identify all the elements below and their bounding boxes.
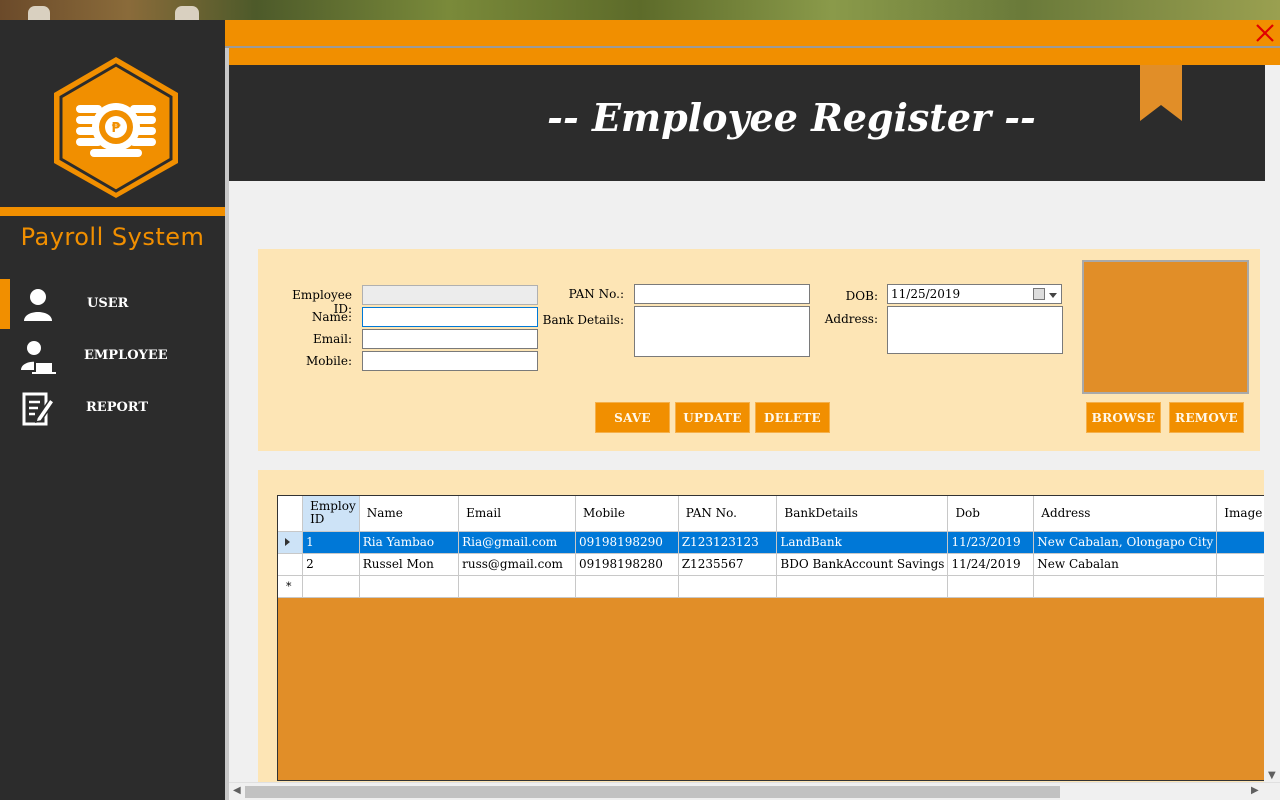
scroll-left-icon[interactable]: ◀ — [233, 785, 241, 796]
report-icon — [22, 392, 56, 426]
title-bar — [225, 20, 1280, 46]
vertical-scrollbar[interactable]: ▼ — [1264, 470, 1280, 782]
active-indicator — [0, 279, 10, 329]
save-button[interactable]: SAVE — [595, 402, 670, 433]
table-cell[interactable] — [359, 575, 460, 598]
pan-field[interactable] — [634, 284, 810, 304]
scroll-down-icon[interactable]: ▼ — [1268, 770, 1276, 781]
name-field[interactable] — [362, 307, 538, 327]
delete-button[interactable]: DELETE — [755, 402, 830, 433]
sidebar: ₱ Payroll System USER EMPLOYEE REPORT — [0, 20, 225, 800]
employee-grid-panel: Employ ID Name Email Mobile PAN No. Bank… — [258, 470, 1280, 800]
address-label: Address: — [824, 312, 878, 326]
new-row-marker: * — [286, 580, 292, 593]
column-header[interactable]: Dob — [947, 496, 1035, 532]
horizontal-scrollbar[interactable]: ◀ ▶ — [229, 782, 1280, 800]
table-header-row: Employ ID Name Email Mobile PAN No. Bank… — [278, 496, 1279, 532]
table-row[interactable]: 2 Russel Mon russ@gmail.com 09198198280 … — [278, 553, 1279, 576]
column-header[interactable]: BankDetails — [776, 496, 949, 532]
accent-strip — [229, 48, 1280, 65]
row-selector[interactable]: * — [278, 575, 304, 598]
column-header[interactable]: Address — [1033, 496, 1218, 532]
name-label: Name: — [311, 310, 352, 324]
employee-icon — [21, 341, 56, 374]
row-arrow-icon — [285, 538, 290, 546]
email-field[interactable] — [362, 329, 538, 349]
table-cell[interactable]: Z123123123 — [678, 531, 778, 554]
row-selector[interactable] — [278, 553, 304, 576]
sidebar-item-label: USER — [87, 296, 129, 311]
payroll-logo-icon: ₱ — [54, 57, 178, 198]
table-cell[interactable]: Russel Mon — [359, 553, 460, 576]
table-cell[interactable] — [458, 575, 576, 598]
table-cell[interactable]: 09198198290 — [575, 531, 679, 554]
table-cell[interactable]: russ@gmail.com — [458, 553, 576, 576]
table-cell[interactable]: New Cabalan, Olongapo City — [1033, 531, 1218, 554]
page-header: -- Employee Register -- — [229, 65, 1265, 181]
svg-text:₱: ₱ — [111, 121, 121, 136]
table-cell[interactable]: 1 — [302, 531, 360, 554]
dob-label: DOB: — [845, 289, 878, 303]
table-cell[interactable]: Ria@gmail.com — [458, 531, 576, 554]
desktop-background — [0, 0, 1280, 20]
sidebar-item-label: REPORT — [86, 400, 149, 415]
address-field[interactable] — [887, 306, 1063, 354]
table-cell[interactable] — [575, 575, 679, 598]
row-selector[interactable] — [278, 531, 304, 554]
table-cell[interactable] — [776, 575, 949, 598]
new-row[interactable]: * — [278, 575, 1279, 598]
app-title: Payroll System — [20, 223, 205, 251]
column-header[interactable]: Name — [359, 496, 460, 532]
scrollbar-thumb[interactable] — [245, 786, 1060, 798]
table-cell[interactable] — [678, 575, 778, 598]
table-cell[interactable] — [302, 575, 360, 598]
page-title: -- Employee Register -- — [547, 95, 1036, 140]
dob-picker[interactable]: 11/25/2019 — [887, 284, 1062, 304]
bank-details-field[interactable] — [634, 306, 810, 357]
table-cell[interactable]: 11/23/2019 — [947, 531, 1035, 554]
sidebar-item-employee[interactable]: EMPLOYEE — [0, 331, 225, 381]
browse-button[interactable]: BROWSE — [1086, 402, 1161, 433]
update-button[interactable]: UPDATE — [675, 402, 750, 433]
employee-table: Employ ID Name Email Mobile PAN No. Bank… — [278, 496, 1279, 598]
dob-value: 11/25/2019 — [891, 287, 961, 301]
table-cell[interactable] — [947, 575, 1035, 598]
table-cell[interactable]: Ria Yambao — [359, 531, 460, 554]
row-header-corner — [278, 496, 304, 532]
calendar-icon[interactable] — [1033, 288, 1045, 300]
scroll-right-icon[interactable]: ▶ — [1251, 785, 1259, 796]
table-row[interactable]: 1 Ria Yambao Ria@gmail.com 09198198290 Z… — [278, 531, 1279, 554]
mobile-field[interactable] — [362, 351, 538, 371]
sidebar-divider — [0, 207, 225, 216]
email-label: Email: — [312, 332, 352, 346]
column-header[interactable]: PAN No. — [678, 496, 778, 532]
employee-photo — [1082, 260, 1249, 394]
close-icon[interactable] — [1254, 22, 1276, 44]
table-cell[interactable]: 2 — [302, 553, 360, 576]
table-cell[interactable]: New Cabalan — [1033, 553, 1218, 576]
column-header[interactable]: Mobile — [575, 496, 679, 532]
column-header[interactable]: Email — [458, 496, 576, 532]
table-cell[interactable]: Z1235567 — [678, 553, 778, 576]
pan-label: PAN No.: — [568, 287, 624, 301]
employee-grid[interactable]: Employ ID Name Email Mobile PAN No. Bank… — [277, 495, 1280, 781]
sidebar-item-report[interactable]: REPORT — [0, 383, 225, 433]
bank-details-label: Bank Details: — [542, 313, 624, 327]
user-icon — [24, 289, 52, 321]
mobile-label: Mobile: — [305, 354, 352, 368]
table-cell[interactable]: LandBank — [776, 531, 949, 554]
employee-id-field — [362, 285, 538, 305]
main-window: -- Employee Register -- Employee ID: Nam… — [225, 20, 1280, 800]
employee-form: Employee ID: Name: Email: Mobile: PAN No… — [258, 249, 1260, 451]
sidebar-item-label: EMPLOYEE — [84, 348, 168, 363]
table-cell[interactable]: 09198198280 — [575, 553, 679, 576]
column-header[interactable]: Employ ID — [302, 496, 360, 532]
table-cell[interactable] — [1033, 575, 1218, 598]
sidebar-item-user[interactable]: USER — [0, 279, 225, 329]
remove-button[interactable]: REMOVE — [1169, 402, 1244, 433]
chevron-down-icon[interactable] — [1049, 293, 1057, 298]
table-cell[interactable]: BDO BankAccount Savings — [776, 553, 949, 576]
table-cell[interactable]: 11/24/2019 — [947, 553, 1035, 576]
